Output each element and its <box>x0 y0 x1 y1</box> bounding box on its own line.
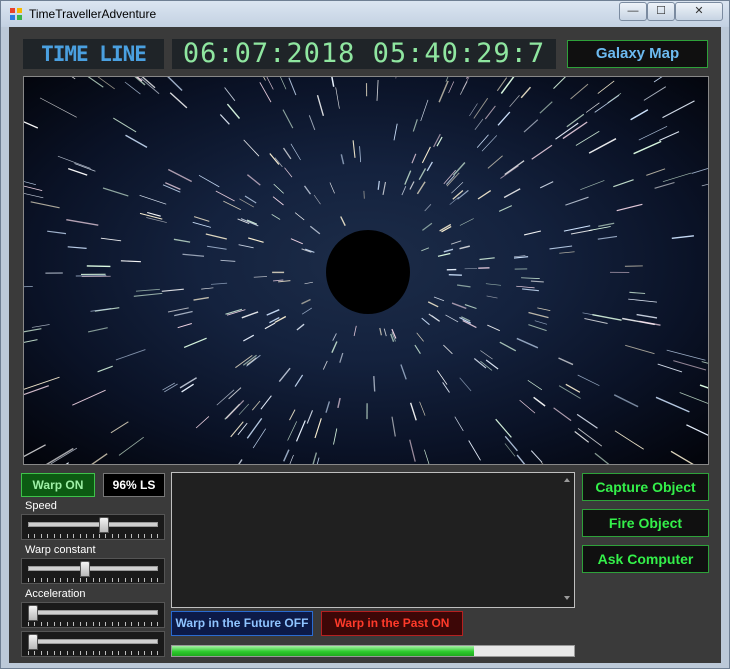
app-icon <box>10 8 22 20</box>
computer-output-box[interactable] <box>171 472 575 608</box>
warp-past-button[interactable]: Warp in the Past ON <box>321 611 463 636</box>
window-title: TimeTravellerAdventure <box>29 7 157 21</box>
slider-track <box>28 522 158 527</box>
scroll-down-icon <box>564 596 570 600</box>
timeline-label: TIME LINE <box>23 39 164 69</box>
slider-track <box>28 639 158 644</box>
slider-thumb[interactable] <box>28 605 38 621</box>
galaxy-map-button[interactable]: Galaxy Map <box>567 40 708 68</box>
slider-track <box>28 610 158 615</box>
ask-computer-button[interactable]: Ask Computer <box>582 545 709 573</box>
title-bar[interactable]: TimeTravellerAdventure — ☐ ✕ <box>1 1 729 27</box>
fire-object-button[interactable]: Fire Object <box>582 509 709 537</box>
timeline-datetime: 06:07:2018 05:40:29:7 <box>172 39 556 69</box>
app-window: TimeTravellerAdventure — ☐ ✕ TIME LINE 0… <box>0 0 730 669</box>
scroll-up-icon <box>564 478 570 482</box>
warp-progress-bar <box>171 645 575 657</box>
slider-track <box>28 566 158 571</box>
acceleration-slider[interactable] <box>21 602 165 628</box>
extra-slider[interactable] <box>21 631 165 657</box>
black-hole <box>326 230 410 314</box>
light-speed-readout: 96% LS <box>103 473 165 497</box>
warp-future-button[interactable]: Warp in the Future OFF <box>171 611 313 636</box>
warp-constant-slider[interactable] <box>21 558 165 584</box>
output-scrollbar[interactable] <box>560 473 574 607</box>
warp-constant-label: Warp constant <box>25 544 96 556</box>
slider-thumb[interactable] <box>98 517 109 533</box>
output-text <box>172 473 574 481</box>
capture-object-button[interactable]: Capture Object <box>582 473 709 501</box>
slider-thumb[interactable] <box>80 561 91 577</box>
acceleration-label: Acceleration <box>25 588 86 600</box>
progress-fill <box>172 646 474 656</box>
warp-viewport <box>23 76 709 465</box>
slider-thumb[interactable] <box>28 634 38 650</box>
close-button[interactable]: ✕ <box>675 2 723 21</box>
slider-ticks <box>28 651 158 655</box>
minimize-button[interactable]: — <box>619 2 647 21</box>
slider-ticks <box>28 578 158 582</box>
maximize-button[interactable]: ☐ <box>647 2 675 21</box>
speed-label: Speed <box>25 500 57 512</box>
starfield-image <box>24 77 708 464</box>
scroll-arrows <box>564 478 570 600</box>
warp-toggle-button[interactable]: Warp ON <box>21 473 95 497</box>
main-panel: TIME LINE 06:07:2018 05:40:29:7 Galaxy M… <box>9 27 721 663</box>
speed-slider[interactable] <box>21 514 165 540</box>
slider-ticks <box>28 622 158 626</box>
slider-ticks <box>28 534 158 538</box>
